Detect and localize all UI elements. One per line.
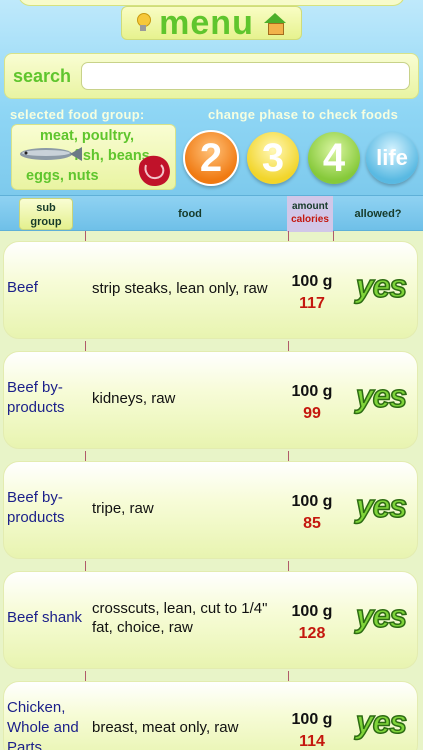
food-header: food: [178, 208, 202, 220]
phase-3-button[interactable]: 3: [247, 132, 299, 184]
home-icon[interactable]: [263, 13, 286, 35]
row-amount: 100 g: [291, 711, 333, 728]
table-row[interactable]: Beef strip steaks, lean only, raw 100 g …: [3, 241, 418, 339]
row-food: crosscuts, lean, cut to 1/4" fat, choice…: [92, 600, 268, 636]
row-amount: 100 g: [291, 383, 333, 400]
column-tick: [288, 561, 289, 571]
food-group-selector[interactable]: meat, poultry, fish, beans eggs, nuts: [11, 124, 176, 190]
row-amount: 100 g: [291, 603, 333, 620]
table-row[interactable]: Chicken, Whole and Parts breast, meat on…: [3, 681, 418, 750]
row-amount: 100 g: [291, 273, 333, 290]
food-group-line-1: meat, poultry,: [40, 128, 134, 144]
column-tick: [288, 671, 289, 681]
row-subgroup: Beef by-products: [7, 489, 65, 526]
row-food: kidneys, raw: [92, 390, 176, 407]
column-tick: [85, 451, 86, 461]
search-bar: search: [4, 53, 419, 99]
fish-icon: [20, 147, 82, 161]
row-subgroup: Chicken, Whole and Parts: [7, 699, 79, 750]
table-row[interactable]: Beef by-products tripe, raw 100 g 85 yes: [3, 461, 418, 559]
row-food: strip steaks, lean only, raw: [92, 280, 268, 297]
selected-food-group-label: selected food group:: [10, 107, 145, 122]
row-food: tripe, raw: [92, 500, 154, 517]
phase-2-button[interactable]: 2: [183, 130, 239, 186]
row-amount: 100 g: [291, 493, 333, 510]
row-allowed: yes: [355, 267, 408, 305]
amount-header: amount: [291, 201, 329, 212]
amount-calories-header: amount calories: [287, 196, 333, 232]
row-calories: 114: [299, 733, 325, 750]
column-tick: [85, 341, 86, 351]
row-subgroup: Beef by-products: [7, 379, 65, 416]
table-header: sub group food amount calories allowed?: [0, 195, 423, 232]
phase-life-button[interactable]: life: [366, 132, 418, 184]
row-allowed: yes: [355, 597, 408, 635]
food-group-line-3: eggs, nuts: [26, 168, 99, 184]
subgroup-header-line-2: group: [30, 216, 62, 228]
row-allowed: yes: [355, 487, 408, 525]
row-calories: 117: [299, 295, 325, 312]
column-tick: [85, 231, 86, 241]
row-calories: 99: [303, 405, 321, 422]
column-tick: [288, 451, 289, 461]
row-calories: 128: [298, 625, 326, 642]
row-subgroup: Beef shank: [7, 609, 83, 626]
search-label: search: [13, 65, 72, 86]
steak-icon: [138, 155, 170, 187]
row-calories: 85: [303, 515, 321, 532]
column-tick: [288, 341, 289, 351]
column-tick: [288, 231, 289, 241]
menu-label: menu: [159, 4, 254, 42]
column-tick: [85, 671, 86, 681]
table-row[interactable]: Beef shank crosscuts, lean, cut to 1/4" …: [3, 571, 418, 669]
column-tick: [333, 231, 334, 241]
table-row[interactable]: Beef by-products kidneys, raw 100 g 99 y…: [3, 351, 418, 449]
row-subgroup: Beef: [7, 279, 38, 296]
phase-label: change phase to check foods: [208, 107, 399, 122]
row-food: breast, meat only, raw: [92, 719, 239, 736]
calories-header: calories: [291, 214, 329, 225]
subgroup-header-line-1: sub: [36, 202, 56, 214]
row-allowed: yes: [355, 703, 408, 741]
search-input[interactable]: [81, 62, 410, 90]
allowed-header: allowed?: [354, 208, 402, 220]
subgroup-sort-button[interactable]: sub group: [19, 198, 73, 230]
column-tick: [85, 561, 86, 571]
row-allowed: yes: [355, 377, 408, 415]
lightbulb-icon[interactable]: [137, 13, 152, 33]
phase-4-button[interactable]: 4: [308, 132, 360, 184]
menu-button[interactable]: menu: [121, 6, 302, 40]
